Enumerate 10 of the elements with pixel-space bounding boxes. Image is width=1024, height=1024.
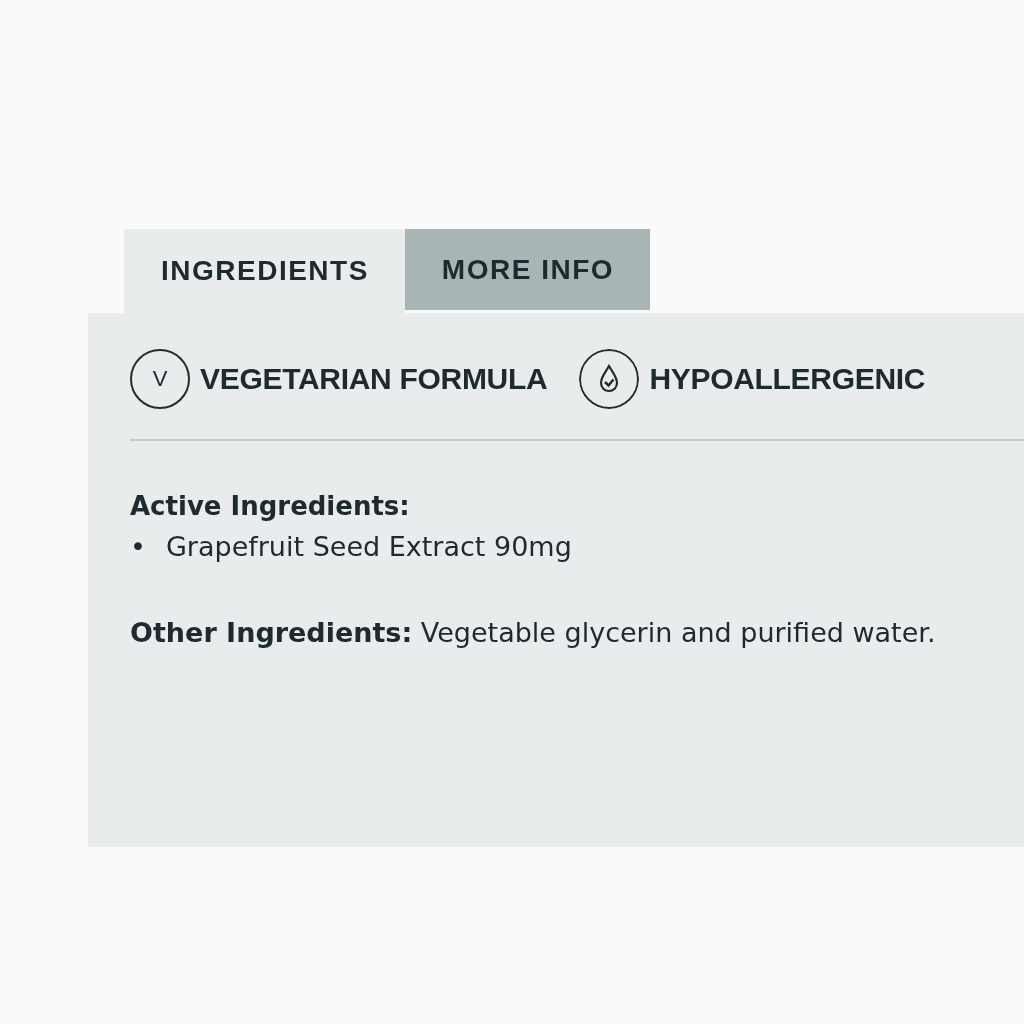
badge-label: HYPOALLERGENIC bbox=[649, 362, 926, 396]
badge-label: VEGETARIAN FORMULA bbox=[200, 362, 548, 396]
tab[interactable]: MORE INFO bbox=[404, 229, 651, 310]
drop-check-icon bbox=[579, 349, 640, 409]
ingredients-text: Other Ingredients: Vegetable glycerin and purified water. bbox=[130, 616, 937, 650]
section-heading: Active Ingredients: bbox=[130, 491, 411, 521]
bullet: • bbox=[130, 530, 146, 564]
tab[interactable]: INGREDIENTS bbox=[124, 229, 405, 313]
vegetarian-icon: V bbox=[130, 349, 190, 409]
ingredient-item: Grapefruit Seed Extract 90mg bbox=[165, 530, 572, 564]
